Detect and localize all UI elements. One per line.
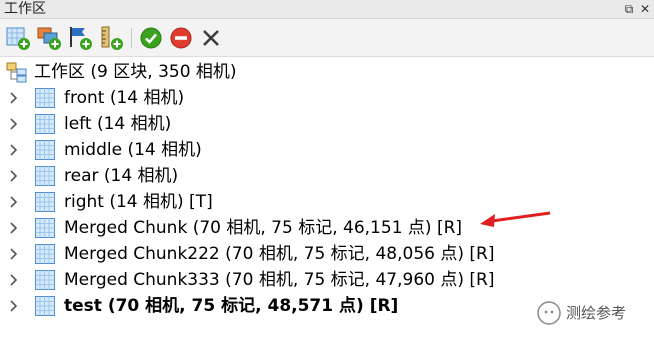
chunk-row[interactable]: Merged Chunk (70 相机, 75 标记, 46,151 点) [R… xyxy=(0,215,654,241)
enable-icon xyxy=(140,27,162,49)
wechat-icon xyxy=(537,301,561,325)
chunk-label: middle (14 相机) xyxy=(64,140,202,160)
float-panel-icon[interactable]: ⧉ xyxy=(622,1,636,17)
chunk-label: rear (14 相机) xyxy=(64,166,179,186)
remove-icon xyxy=(203,30,219,46)
chunk-label: left (14 相机) xyxy=(64,114,172,134)
panel-titlebar: 工作区 ⧉ ✕ xyxy=(0,0,654,19)
chunk-icon xyxy=(35,244,55,264)
workspace-toolbar xyxy=(0,19,654,57)
enable-button[interactable] xyxy=(138,25,164,51)
expand-chevron-icon[interactable] xyxy=(9,196,19,208)
expand-chevron-icon[interactable] xyxy=(9,222,19,234)
tree-root[interactable]: 工作区 (9 区块, 350 相机) xyxy=(0,59,654,85)
chunk-row[interactable]: Merged Chunk222 (70 相机, 75 标记, 48,056 点)… xyxy=(0,241,654,267)
add-chunk-button[interactable] xyxy=(5,25,31,51)
disable-icon xyxy=(170,27,192,49)
chunk-label: Merged Chunk (70 相机, 75 标记, 46,151 点) [R… xyxy=(64,218,463,238)
add-photos-button[interactable] xyxy=(36,25,62,51)
add-photos-icon xyxy=(37,27,61,50)
chunk-label: front (14 相机) xyxy=(64,88,185,108)
chunk-icon xyxy=(35,140,55,160)
add-chunk-icon xyxy=(6,27,30,50)
chunk-icon xyxy=(35,270,55,290)
chunk-row[interactable]: right (14 相机) [T] xyxy=(0,189,654,215)
expand-chevron-icon[interactable] xyxy=(9,92,19,104)
add-scalebar-button[interactable] xyxy=(98,25,124,51)
expand-chevron-icon[interactable] xyxy=(9,274,19,286)
expand-chevron-icon[interactable] xyxy=(9,118,19,130)
chunk-icon xyxy=(35,88,55,108)
watermark-text: 测绘参考 xyxy=(566,304,627,322)
tree-root-label: 工作区 (9 区块, 350 相机) xyxy=(34,62,237,82)
workspace-icon xyxy=(6,62,27,83)
watermark: 测绘参考 xyxy=(537,299,647,327)
expand-chevron-icon[interactable] xyxy=(9,170,19,182)
chunk-row[interactable]: rear (14 相机) xyxy=(0,163,654,189)
toolbar-separator xyxy=(131,28,132,48)
add-markers-icon xyxy=(70,27,92,50)
chunk-label: Merged Chunk222 (70 相机, 75 标记, 48,056 点)… xyxy=(64,244,495,264)
chunk-icon xyxy=(35,192,55,212)
close-panel-icon[interactable]: ✕ xyxy=(638,1,652,17)
panel-title: 工作区 xyxy=(4,1,46,17)
chunk-row[interactable]: middle (14 相机) xyxy=(0,137,654,163)
chunk-row[interactable]: Merged Chunk333 (70 相机, 75 标记, 47,960 点)… xyxy=(0,267,654,293)
chunk-icon xyxy=(35,166,55,186)
chunk-icon xyxy=(35,296,55,316)
add-scalebar-icon xyxy=(101,26,123,50)
chunk-row[interactable]: left (14 相机) xyxy=(0,111,654,137)
add-markers-button[interactable] xyxy=(67,25,93,51)
expand-chevron-icon[interactable] xyxy=(9,300,19,312)
chunk-icon xyxy=(35,114,55,134)
chunk-icon xyxy=(35,218,55,238)
chunk-label: test (70 相机, 75 标记, 48,571 点) [R] xyxy=(64,296,399,316)
chunk-label: Merged Chunk333 (70 相机, 75 标记, 47,960 点)… xyxy=(64,270,495,290)
annotation-arrow-icon xyxy=(480,211,551,227)
expand-chevron-icon[interactable] xyxy=(9,144,19,156)
chunk-row[interactable]: front (14 相机) xyxy=(0,85,654,111)
disable-button[interactable] xyxy=(168,25,194,51)
chunk-label: right (14 相机) [T] xyxy=(64,192,213,212)
expand-chevron-icon[interactable] xyxy=(9,248,19,260)
remove-button[interactable] xyxy=(198,25,224,51)
